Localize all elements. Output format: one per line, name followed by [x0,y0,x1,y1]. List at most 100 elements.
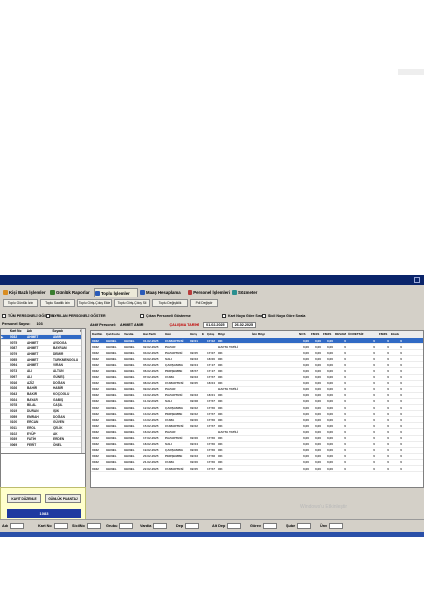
exit-cell: 17:02 [207,338,215,343]
count-cell: 0 [387,466,389,471]
day-cell: PAZAR [165,387,176,392]
card-no-cell: 0043 [10,391,18,396]
status-field-input[interactable] [297,523,312,529]
count-cell: 0 [400,356,402,361]
hours-cell: 0,00 [314,454,321,459]
work-code-cell: GENEL [106,411,117,416]
shift-cell: GENEL [124,454,135,459]
filter-option-2[interactable]: Çıkan Personeli Gösterme [140,312,191,319]
status-field-input[interactable] [262,523,277,529]
last-name-cell: ÖNEL [53,443,62,448]
filter-option-4[interactable]: Sicil Noya Göre Sırala [262,312,305,319]
window-menu-icon[interactable] [414,277,420,283]
status-field-input[interactable] [53,523,68,529]
count-cell: 0 [373,405,375,410]
menu-item-0[interactable]: Kişi Bazlı İşlemler [3,288,48,297]
menu-item-5[interactable]: Sözmeter [232,288,260,297]
day-cell: CUMA [165,460,175,465]
column-header: Vardia [124,332,134,336]
card-no-cell: 0016 [10,380,18,385]
hours-cell: 0,00 [326,381,333,386]
day-cell: CUMARTESİ [165,381,184,386]
filter-checkbox[interactable] [262,313,266,318]
toolbar-button-4[interactable]: Toplu Değişiklik [152,299,188,307]
day-cell: ÇARŞAMBA [165,405,184,410]
hours-cell: 0,00 [302,381,309,386]
date-to-field[interactable]: 26.02.2025 [231,321,257,328]
count-cell: 0 [373,375,375,380]
card-no-cell: 0032 [92,338,99,343]
filter-option-3[interactable]: Kart Noya Göre Sırala [222,312,265,319]
info-cell: OK [218,362,223,367]
edit-record-button[interactable]: KAYIT DÜZENLE [7,494,41,503]
info-cell: OK [218,399,223,404]
daily-timesheet-button[interactable]: GÜNLÜK PUANTAJ [45,494,81,503]
toolbar-button-3[interactable]: Toplu Giriş-Çıkış Sil [114,299,150,307]
work-code-cell: GENEL [106,350,117,355]
status-field-input[interactable] [329,523,344,529]
status-field-input[interactable] [227,523,242,529]
menu-item-4[interactable]: Personel İşlemleri [188,288,230,297]
entry-cell: 09:05 [190,350,198,355]
entry-cell: 09:06 [190,436,198,441]
count-cell: 0 [387,454,389,459]
last-name-cell: AYDOGA [53,340,67,345]
menu-item-2[interactable]: Toplu İşlemler [94,288,138,297]
toolbar-button-0[interactable]: Toplu Günlük İzin [3,299,38,307]
active-personnel-label: Aktif Personel: [90,322,117,327]
day-cell: CUMARTESİ [165,466,184,471]
work-code-cell: GENEL [106,356,117,361]
status-field-input[interactable] [10,523,25,529]
first-name-cell: EYÜP [27,431,36,436]
card-no-cell: 0026 [10,386,18,391]
count-cell: 0 [400,423,402,428]
date-from-field[interactable]: 01.02.2025 [203,321,228,328]
count-cell: 0 [344,375,346,380]
hours-cell: 0,00 [314,338,321,343]
first-name-cell: EMRAH [27,414,39,419]
hours-cell: 0,00 [314,460,321,465]
count-cell: 0 [387,405,389,410]
status-field-6: Alt Dep [212,523,242,529]
count-cell: 0 [387,344,389,349]
toolbar-button-2[interactable]: Toplu Giriş-Çıkış Ekle [77,299,112,307]
personnel-grid-scrollbar[interactable] [81,329,85,453]
status-field-input[interactable] [153,523,168,529]
hours-cell: 0,00 [302,405,309,410]
menu-item-label: Sözmeter [238,290,258,295]
hours-cell: 0,00 [326,460,333,465]
exit-cell: 17:57 [207,423,215,428]
attendance-row[interactable]: 0032 GENEL GENEL 22.02.2025 CUMARTESİ 09:05 17… [91,466,423,473]
count-cell: 0 [373,387,375,392]
hours-cell: 0,00 [302,423,309,428]
status-field-input[interactable] [86,523,101,529]
attendance-grid[interactable]: KartNo Çal.Kodu Vardia Har.Tarih Gün Giriş E Çı… [90,330,424,488]
filter-checkbox[interactable] [46,313,50,318]
info-cell: HAFTA TATİLİ [218,344,239,349]
shift-cell: GENEL [124,356,135,361]
filter-checkbox[interactable] [2,313,6,318]
status-field-input[interactable] [119,523,134,529]
filter-checkbox[interactable] [222,313,226,318]
status-field-input[interactable] [185,523,200,529]
first-name-cell: FERİT [27,443,37,448]
card-no-cell: 0032 [92,417,99,422]
personnel-grid[interactable]: Kart NoAdıSoyadıC▶0032AHMETAMIR0075AHMET… [0,328,86,454]
menu-item-3[interactable]: Maaş Hesaplama [140,288,186,297]
person-icon [3,290,8,295]
menu-item-1[interactable]: Günlük Raporlar [50,288,92,297]
card-no-cell: 0032 [92,442,99,447]
count-cell: 0 [387,387,389,392]
count-cell: 0 [373,423,375,428]
count-cell: 0 [344,356,346,361]
toolbar-button-5[interactable]: Pdl Değiştir [190,299,218,307]
hours-cell: 0,00 [326,411,333,416]
shift-cell: GENEL [124,369,135,374]
count-cell: 0 [344,399,346,404]
work-code-cell: GENEL [106,436,117,441]
personnel-row[interactable]: 0069 FERİT ÖNEL [1,443,85,449]
date-cell: 19.02.2025 [143,448,159,453]
toolbar-button-1[interactable]: Toplu Saatlik İzin [40,299,75,307]
filter-option-1[interactable]: AYRILAN PERSONELİ GÖSTER [46,312,106,319]
filter-checkbox[interactable] [140,313,144,318]
